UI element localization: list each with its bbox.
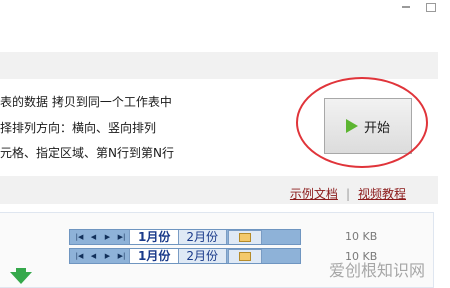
sheet-tab-jan[interactable]: 1月份	[129, 249, 180, 263]
last-sheet-icon[interactable]: ▶|	[115, 250, 128, 262]
next-sheet-icon[interactable]: ▶	[101, 231, 114, 243]
down-arrow-icon	[10, 272, 32, 284]
example-doc-link[interactable]: 示例文档	[290, 185, 338, 202]
start-button[interactable]: 开始	[324, 98, 412, 154]
feature-text-2: 择排列方向：横向、竖向排列	[0, 121, 157, 135]
insert-sheet-button[interactable]	[228, 249, 262, 263]
minimize-icon[interactable]	[402, 6, 410, 8]
prev-sheet-icon[interactable]: ◀	[87, 231, 100, 243]
insert-sheet-button[interactable]	[228, 230, 262, 244]
first-sheet-icon[interactable]: |◀	[73, 231, 86, 243]
video-tutorial-link[interactable]: 视频教程	[358, 185, 406, 202]
next-sheet-icon[interactable]: ▶	[101, 250, 114, 262]
sheet-tab-bar: |◀ ◀ ▶ ▶| 1月份 2月份	[69, 229, 301, 245]
sheet-tab-jan[interactable]: 1月份	[129, 230, 180, 244]
link-separator: |	[345, 186, 350, 201]
sheet-nav-buttons: |◀ ◀ ▶ ▶|	[70, 249, 131, 263]
sheet-nav-buttons: |◀ ◀ ▶ ▶|	[70, 230, 131, 244]
last-sheet-icon[interactable]: ▶|	[115, 231, 128, 243]
watermark: 爱创根知识网	[329, 261, 426, 280]
window-controls	[402, 0, 436, 14]
play-icon	[345, 119, 358, 133]
sheet-tab-bar: |◀ ◀ ▶ ▶| 1月份 2月份	[69, 248, 301, 264]
sheet-tab-feb[interactable]: 2月份	[177, 230, 227, 244]
maximize-icon[interactable]	[426, 2, 436, 12]
new-sheet-icon	[239, 252, 251, 261]
first-sheet-icon[interactable]: |◀	[73, 250, 86, 262]
prev-sheet-icon[interactable]: ◀	[87, 250, 100, 262]
start-button-label: 开始	[363, 120, 390, 136]
new-sheet-icon	[239, 233, 251, 242]
sheet-tab-feb[interactable]: 2月份	[177, 249, 227, 263]
help-links: 示例文档 | 视频教程	[290, 185, 406, 202]
feature-text-3: 元格、指定区域、第N行到第N行	[0, 146, 174, 160]
feature-text-1: 表的数据 拷贝到同一个工作表中	[0, 95, 172, 109]
header-band	[0, 52, 438, 79]
file-size: 10 KB	[345, 230, 378, 243]
